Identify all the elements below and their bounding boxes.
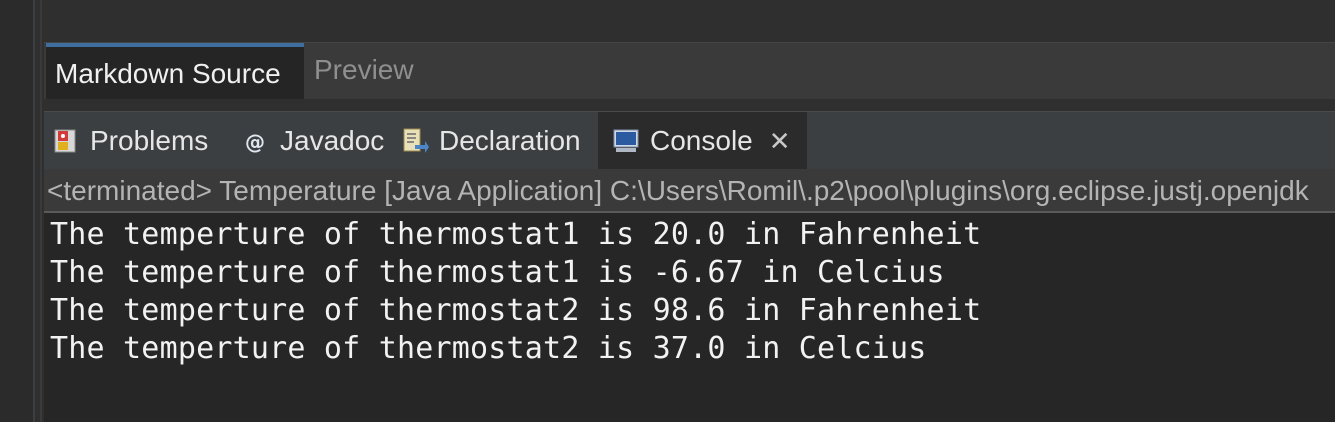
console-process-label: <terminated> Temperature [Java Applicati…	[47, 175, 1309, 206]
ide-window: Markdown Source Preview Problems @ Javad…	[0, 0, 1335, 422]
tab-preview[interactable]: Preview	[314, 54, 414, 86]
left-gutter	[0, 0, 33, 422]
panel-separator	[44, 99, 1335, 111]
close-icon[interactable]: ✕	[769, 126, 791, 157]
tab-console-label: Console	[650, 125, 753, 156]
tab-markdown-source[interactable]: Markdown Source	[46, 43, 304, 99]
views-tabbar: Problems @ Javadoc Declaration Console ✕	[44, 111, 1335, 170]
console-process-header: <terminated> Temperature [Java Applicati…	[44, 169, 1335, 213]
declaration-icon	[401, 127, 429, 155]
tab-problems[interactable]: Problems	[52, 112, 208, 170]
tab-javadoc-label: Javadoc	[280, 125, 385, 156]
console-monitor-icon	[612, 127, 640, 155]
console-line: The temperture of thermostat1 is 20.0 in…	[50, 217, 982, 252]
sash-divider[interactable]	[40, 0, 42, 422]
console-line: The temperture of thermostat2 is 98.6 in…	[50, 293, 982, 328]
problems-icon	[52, 127, 80, 155]
tab-problems-label: Problems	[90, 125, 209, 156]
markdown-editor-tabbar: Markdown Source Preview	[44, 42, 1335, 99]
console-line: The temperture of thermostat1 is -6.67 i…	[50, 255, 945, 290]
tab-markdown-source-label: Markdown Source	[55, 58, 281, 89]
editor-area	[42, 0, 1335, 42]
javadoc-at-icon: @	[242, 127, 270, 155]
tab-declaration-label: Declaration	[439, 125, 581, 156]
tab-javadoc[interactable]: @ Javadoc	[242, 112, 384, 170]
tab-console[interactable]: Console ✕	[598, 112, 807, 170]
tab-declaration[interactable]: Declaration	[401, 112, 581, 170]
gutter-divider	[33, 0, 35, 422]
console-line: The temperture of thermostat2 is 37.0 in…	[50, 331, 927, 366]
svg-text:@: @	[245, 130, 265, 154]
console-output[interactable]: The temperture of thermostat1 is 20.0 in…	[44, 213, 1335, 422]
